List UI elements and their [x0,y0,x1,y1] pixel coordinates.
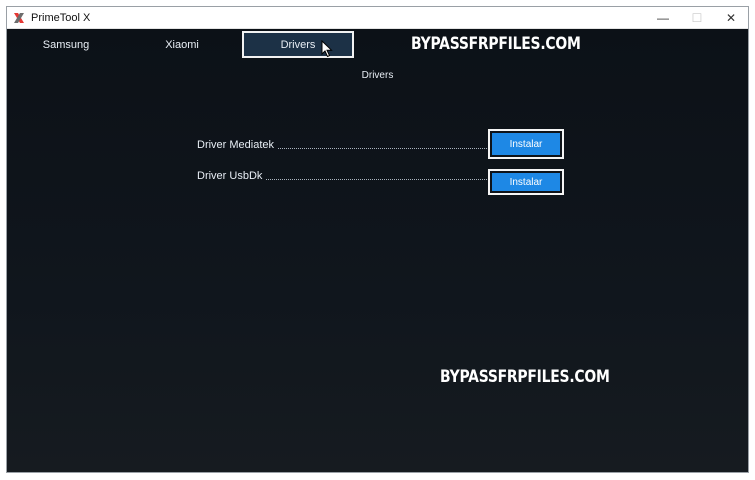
install-usbdk-button[interactable]: Instalar [488,169,564,195]
minimize-button[interactable]: — [646,7,680,29]
driver-label: Driver UsbDk [197,170,263,182]
tab-samsung[interactable]: Samsung [31,33,101,57]
install-button-label: Instalar [492,133,560,155]
tab-xiaomi[interactable]: Xiaomi [147,33,217,57]
driver-label: Driver Mediatek [197,139,275,151]
mouse-cursor-icon [321,39,333,58]
section-title: Drivers [7,70,748,81]
title-bar: PrimeTool X — ☐ ✕ [7,7,748,29]
app-window: PrimeTool X — ☐ ✕ Samsung Xiaomi Drivers… [6,6,749,473]
dotted-leader [278,147,487,149]
driver-row: Driver UsbDk [197,169,487,183]
tab-bar: Samsung Xiaomi Drivers [7,29,748,59]
close-button[interactable]: ✕ [714,7,748,29]
install-button-label: Instalar [492,173,560,191]
tab-drivers[interactable]: Drivers [242,31,354,58]
driver-row: Driver Mediatek [197,138,487,152]
watermark-text: BYPASSFRPFILES.COM [440,367,610,387]
maximize-button[interactable]: ☐ [680,7,714,29]
window-controls: — ☐ ✕ [646,7,748,29]
dotted-leader [266,178,487,180]
app-logo-icon [13,12,25,24]
install-mediatek-button[interactable]: Instalar [488,129,564,159]
drivers-panel-title: Drivers [361,70,394,81]
window-title: PrimeTool X [31,11,91,24]
main-content: Samsung Xiaomi Drivers BYPASSFRPFILES.CO… [7,29,748,472]
watermark-text: BYPASSFRPFILES.COM [411,34,581,54]
